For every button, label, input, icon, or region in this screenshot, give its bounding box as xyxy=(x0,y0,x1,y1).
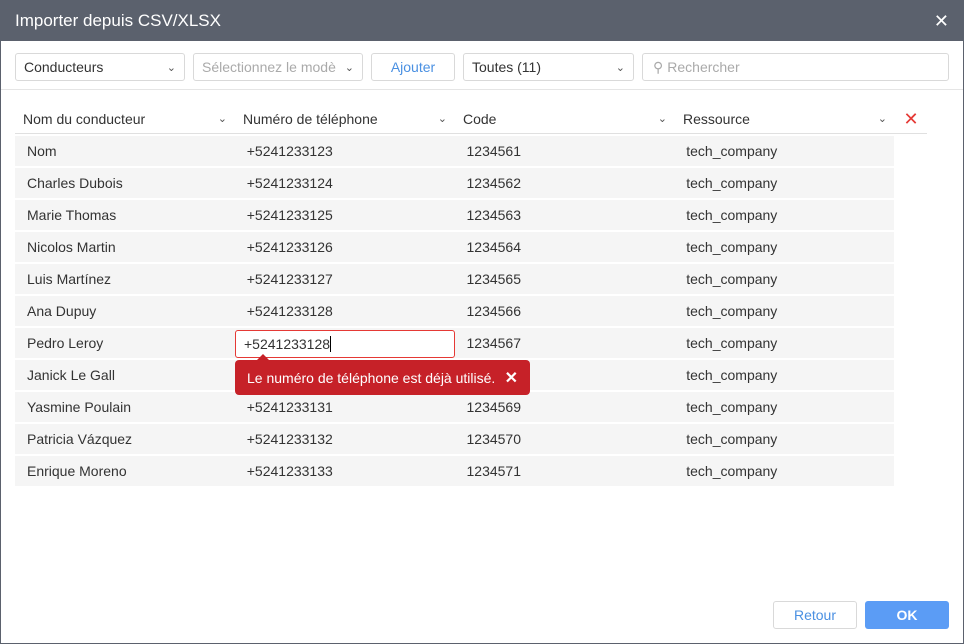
table-cell[interactable]: 1234561 xyxy=(455,143,675,159)
table-row[interactable]: Nicolos Martin +5241233126 1234564 tech_com… xyxy=(15,232,894,262)
table-cell[interactable]: tech_company xyxy=(674,143,894,159)
table-cell[interactable]: Pedro Leroy xyxy=(15,335,235,351)
column-label: Code xyxy=(463,110,497,127)
table-cell[interactable]: tech_company xyxy=(674,367,894,383)
table-cell[interactable]: Charles Dubois xyxy=(15,175,235,191)
import-dialog: Importer depuis CSV/XLSX ✕ Conducteurs ⌄ … xyxy=(0,0,964,644)
column-header-code[interactable]: Code ⌄ xyxy=(455,104,675,133)
error-message: Le numéro de téléphone est déjà utilisé. xyxy=(247,369,496,386)
table-cell[interactable]: +5241233133 xyxy=(235,463,455,479)
table-cell[interactable]: tech_company xyxy=(674,399,894,415)
table-cell[interactable]: tech_company xyxy=(674,463,894,479)
dialog-title: Importer depuis CSV/XLSX xyxy=(15,11,221,30)
table-row[interactable]: Charles Dubois +5241233124 1234562 tech_com… xyxy=(15,168,894,198)
add-button[interactable]: Ajouter xyxy=(371,53,455,81)
search-icon: ⚲ xyxy=(653,58,664,75)
table-cell[interactable]: +5241233123 xyxy=(235,143,455,159)
toolbar: Conducteurs ⌄ Sélectionnez le modè ⌄ Ajout… xyxy=(15,53,949,81)
chevron-down-icon[interactable]: ⌄ xyxy=(878,112,887,125)
table-cell[interactable]: +5241233124 xyxy=(235,175,455,191)
table-cell[interactable]: +5241233132 xyxy=(235,431,455,447)
chevron-down-icon[interactable]: ⌄ xyxy=(658,112,667,125)
filter-value: Toutes (11) xyxy=(472,59,541,75)
table-cell[interactable]: 1234562 xyxy=(455,175,675,191)
table-cell[interactable]: tech_company xyxy=(674,431,894,447)
table-row[interactable]: Marie Thomas +5241233125 1234563 tech_compa… xyxy=(15,200,894,230)
table-cell[interactable]: 1234569 xyxy=(455,399,675,415)
chevron-down-icon: ⌄ xyxy=(166,61,176,74)
table-cell[interactable]: Luis Martínez xyxy=(15,271,235,287)
title-bar: Importer depuis CSV/XLSX ✕ xyxy=(1,1,963,41)
table-cell[interactable]: Enrique Moreno xyxy=(15,463,235,479)
column-header-phone[interactable]: Numéro de téléphone ⌄ xyxy=(235,104,455,133)
phone-edit-value: +5241233128 xyxy=(244,336,331,352)
table-body: Nom +5241233123 1234561 tech_company Charles… xyxy=(15,136,894,488)
table-cell[interactable]: +5241233127 xyxy=(235,271,455,287)
table-cell[interactable]: Janick Le Gall xyxy=(15,367,235,383)
template-placeholder: Sélectionnez le modè xyxy=(202,59,336,75)
table-cell[interactable]: Nicolos Martin xyxy=(15,239,235,255)
close-icon[interactable]: ✕ xyxy=(505,368,518,388)
table-row[interactable]: Yasmine Poulain +5241233131 1234569 tech_co… xyxy=(15,392,894,422)
table-cell[interactable]: 1234570 xyxy=(455,431,675,447)
table-cell[interactable]: tech_company xyxy=(674,239,894,255)
table-cell[interactable]: 1234571 xyxy=(455,463,675,479)
table-header: Nom du conducteur ⌄ Numéro de téléphone ⌄ … xyxy=(15,104,927,134)
column-label: Numéro de téléphone xyxy=(243,110,378,127)
table-cell[interactable]: 1234564 xyxy=(455,239,675,255)
table-cell[interactable]: tech_company xyxy=(674,303,894,319)
table-cell[interactable]: Nom xyxy=(15,143,235,159)
search-placeholder: Rechercher xyxy=(667,59,740,75)
table-row[interactable]: Nom +5241233123 1234561 tech_company xyxy=(15,136,894,166)
table-cell[interactable]: Marie Thomas xyxy=(15,207,235,223)
delete-icon[interactable]: ✕ xyxy=(895,104,927,133)
table-row[interactable]: Ana Dupuy +5241233128 1234566 tech_company xyxy=(15,296,894,326)
search-input[interactable]: ⚲ Rechercher xyxy=(642,53,949,81)
chevron-down-icon[interactable]: ⌄ xyxy=(438,112,447,125)
ok-button[interactable]: OK xyxy=(865,601,949,629)
entity-value: Conducteurs xyxy=(24,59,104,75)
chevron-down-icon: ⌄ xyxy=(615,61,625,74)
table-row[interactable]: Enrique Moreno +5241233133 1234571 tech_com… xyxy=(15,456,894,486)
table-cell[interactable]: tech_company xyxy=(674,335,894,351)
table-row[interactable]: Patricia Vázquez +5241233132 1234570 tech_c… xyxy=(15,424,894,454)
column-header-name[interactable]: Nom du conducteur ⌄ xyxy=(15,104,235,133)
table-cell[interactable]: tech_company xyxy=(674,175,894,191)
table-cell[interactable]: +5241233128 xyxy=(235,303,455,319)
entity-select[interactable]: Conducteurs ⌄ xyxy=(15,53,185,81)
divider xyxy=(1,89,963,90)
footer: Retour OK xyxy=(773,601,949,629)
table-cell[interactable]: +5241233126 xyxy=(235,239,455,255)
back-button[interactable]: Retour xyxy=(773,601,857,629)
template-select[interactable]: Sélectionnez le modè ⌄ xyxy=(193,53,363,81)
chevron-down-icon: ⌄ xyxy=(344,61,354,74)
table-cell[interactable]: Patricia Vázquez xyxy=(15,431,235,447)
column-label: Nom du conducteur xyxy=(23,110,146,127)
text-cursor xyxy=(330,336,332,352)
table-cell[interactable]: 1234565 xyxy=(455,271,675,287)
table-cell[interactable]: Ana Dupuy xyxy=(15,303,235,319)
table-cell[interactable]: Yasmine Poulain xyxy=(15,399,235,415)
table-cell[interactable]: tech_company xyxy=(674,271,894,287)
close-icon[interactable]: ✕ xyxy=(934,11,949,32)
table-cell[interactable]: 1234567 xyxy=(455,335,675,351)
table-cell[interactable]: 1234563 xyxy=(455,207,675,223)
chevron-down-icon[interactable]: ⌄ xyxy=(218,112,227,125)
table-cell[interactable]: 1234566 xyxy=(455,303,675,319)
filter-select[interactable]: Toutes (11) ⌄ xyxy=(463,53,634,81)
error-tooltip: Le numéro de téléphone est déjà utilisé.… xyxy=(235,354,530,395)
table-cell[interactable]: +5241233125 xyxy=(235,207,455,223)
column-label: Ressource xyxy=(683,110,750,127)
table-cell[interactable]: +5241233131 xyxy=(235,399,455,415)
table-row[interactable]: Luis Martínez +5241233127 1234565 tech_comp… xyxy=(15,264,894,294)
column-header-resource[interactable]: Ressource ⌄ xyxy=(675,104,895,133)
table-cell[interactable]: tech_company xyxy=(674,207,894,223)
